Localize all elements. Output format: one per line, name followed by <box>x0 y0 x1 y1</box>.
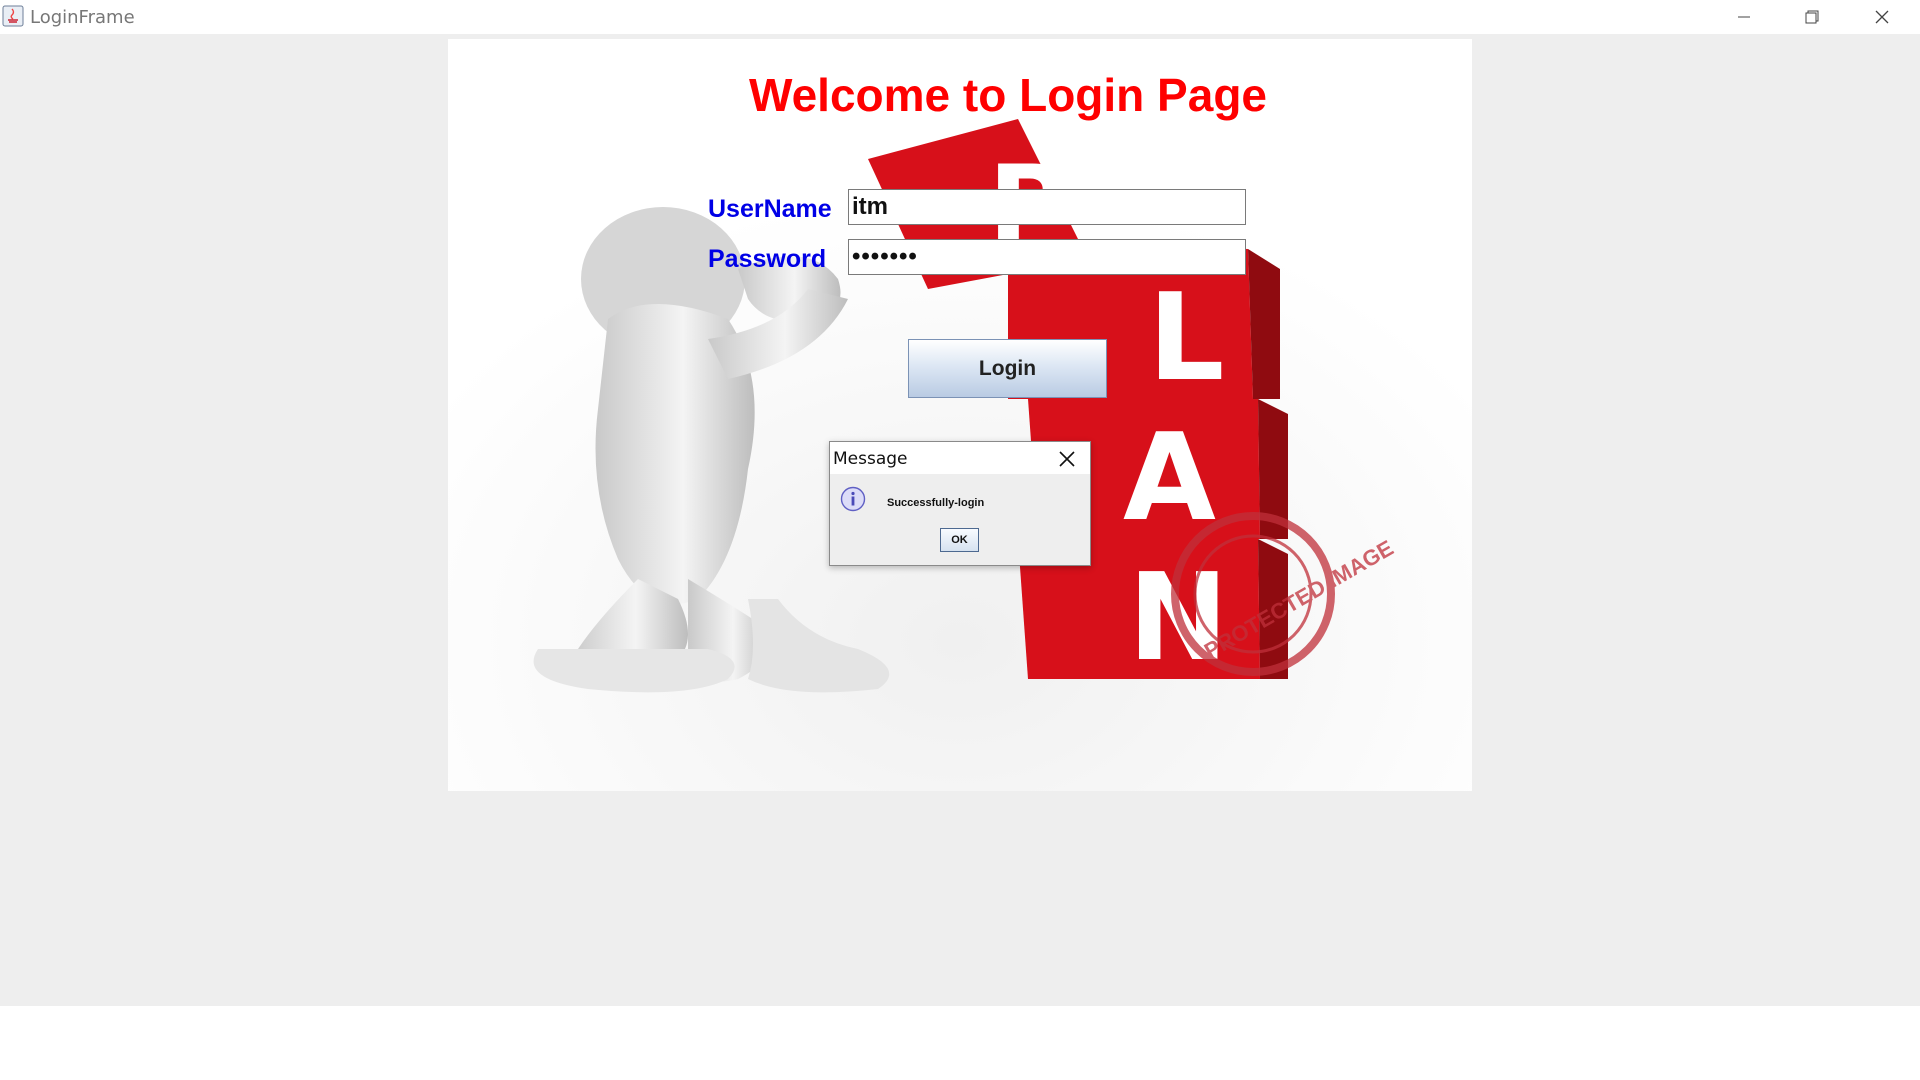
background-image: P L A N PROTECTED IMAGE <box>448 39 1472 791</box>
login-button-label: Login <box>978 356 1037 380</box>
restore-button[interactable] <box>1778 0 1846 34</box>
minimize-button[interactable] <box>1710 0 1778 34</box>
password-label: Password <box>708 245 827 273</box>
close-icon <box>1875 10 1889 24</box>
username-field[interactable]: itm <box>848 189 1246 225</box>
info-icon <box>840 486 866 512</box>
login-frame-window: LoginFrame L A N PROTECTED IMAGE Welcome… <box>0 0 1920 1006</box>
window-title: LoginFrame <box>30 7 135 28</box>
login-button[interactable]: Login <box>908 339 1107 398</box>
username-label: UserName <box>708 195 832 223</box>
java-app-icon <box>2 5 24 27</box>
plan-illustration: P L A N PROTECTED IMAGE <box>448 39 1472 791</box>
page-heading: Welcome to Login Page <box>749 69 1267 121</box>
password-field[interactable]: ••••••• <box>848 239 1246 275</box>
dialog-title: Message <box>833 449 908 469</box>
restore-icon <box>1805 10 1819 24</box>
cube-letter-l: L <box>1148 269 1224 408</box>
ok-button[interactable]: OK <box>940 528 979 552</box>
minimize-icon <box>1738 16 1750 18</box>
cube-letter-a: A <box>1123 409 1216 548</box>
title-bar: LoginFrame <box>0 0 1920 34</box>
dialog-title-bar[interactable]: Message <box>830 442 1090 474</box>
dialog-close-icon[interactable] <box>1056 448 1078 470</box>
dialog-message: Successfully-login <box>887 497 985 509</box>
message-dialog: Message Successfully-login OK <box>829 441 1091 566</box>
ok-button-label: OK <box>951 534 968 546</box>
close-button[interactable] <box>1848 0 1916 34</box>
